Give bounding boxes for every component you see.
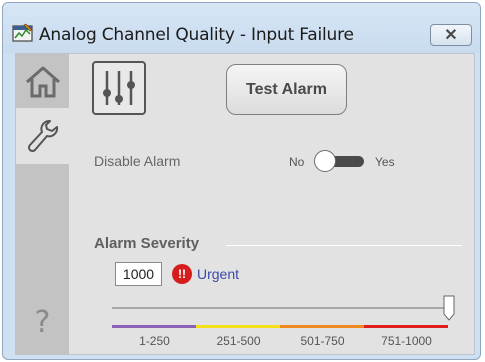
toggle-off-label: No [289, 155, 305, 169]
help-icon: ? [34, 304, 51, 340]
disable-alarm-label: Disable Alarm [94, 153, 181, 169]
nav-maintenance-tab[interactable] [16, 108, 69, 164]
toggle-on-label: Yes [375, 155, 395, 169]
settings-button[interactable] [92, 61, 146, 115]
severity-slider-track[interactable] [112, 307, 449, 309]
nav-help-tab[interactable]: ? [16, 294, 69, 350]
severity-band-label: 1-250 [139, 334, 170, 348]
alarm-severity-heading: Alarm Severity [94, 235, 200, 252]
section-divider [226, 245, 462, 246]
severity-value-field[interactable]: 1000 [115, 262, 162, 286]
window-title: Analog Channel Quality - Input Failure [39, 25, 354, 45]
severity-band-label: 751-1000 [381, 334, 432, 348]
faceplate-window: Analog Channel Quality - Input Failure ✕… [2, 2, 481, 360]
severity-band-label: 251-500 [216, 334, 261, 348]
severity-band-label: 501-750 [300, 334, 345, 348]
side-nav: ? [16, 54, 69, 354]
severity-level-label: Urgent [197, 266, 240, 282]
disable-alarm-toggle[interactable] [314, 150, 364, 172]
toggle-knob[interactable] [314, 150, 336, 172]
severity-band-4 [364, 325, 448, 328]
severity-band-2 [196, 325, 280, 328]
close-icon: ✕ [444, 27, 458, 44]
app-icon [12, 23, 33, 42]
nav-home-tab[interactable] [16, 56, 69, 108]
title-bar: Analog Channel Quality - Input Failure ✕ [3, 3, 480, 53]
close-button[interactable]: ✕ [430, 24, 472, 46]
severity-band-1 [112, 325, 196, 328]
test-alarm-button[interactable]: Test Alarm [226, 64, 347, 115]
sliders-icon [103, 71, 135, 105]
home-icon [25, 66, 60, 98]
severity-slider-thumb[interactable] [443, 295, 455, 321]
severity-band-3 [280, 325, 364, 328]
faceplate-body: ? Test Alarm Disable Alarm No Yes Alarm … [15, 53, 475, 355]
wrench-icon [27, 120, 58, 153]
urgent-alarm-icon: !! [172, 264, 192, 284]
